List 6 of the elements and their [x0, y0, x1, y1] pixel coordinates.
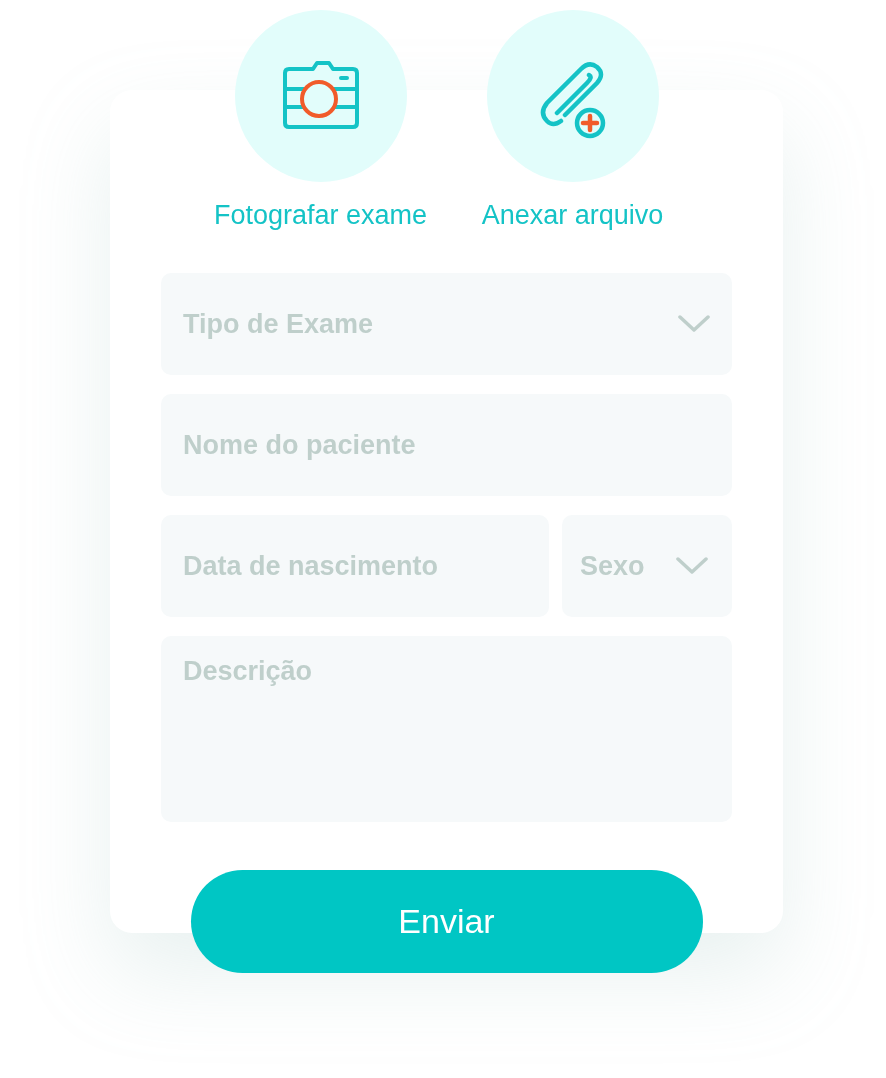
- camera-icon: [280, 61, 361, 131]
- action-label[interactable]: Fotografar exame: [213, 200, 428, 231]
- chevron-down-icon: [676, 557, 708, 575]
- action-label[interactable]: Anexar arquivo: [481, 200, 664, 231]
- chevron-down-icon: [678, 315, 710, 333]
- submit-button[interactable]: Enviar: [190, 870, 703, 973]
